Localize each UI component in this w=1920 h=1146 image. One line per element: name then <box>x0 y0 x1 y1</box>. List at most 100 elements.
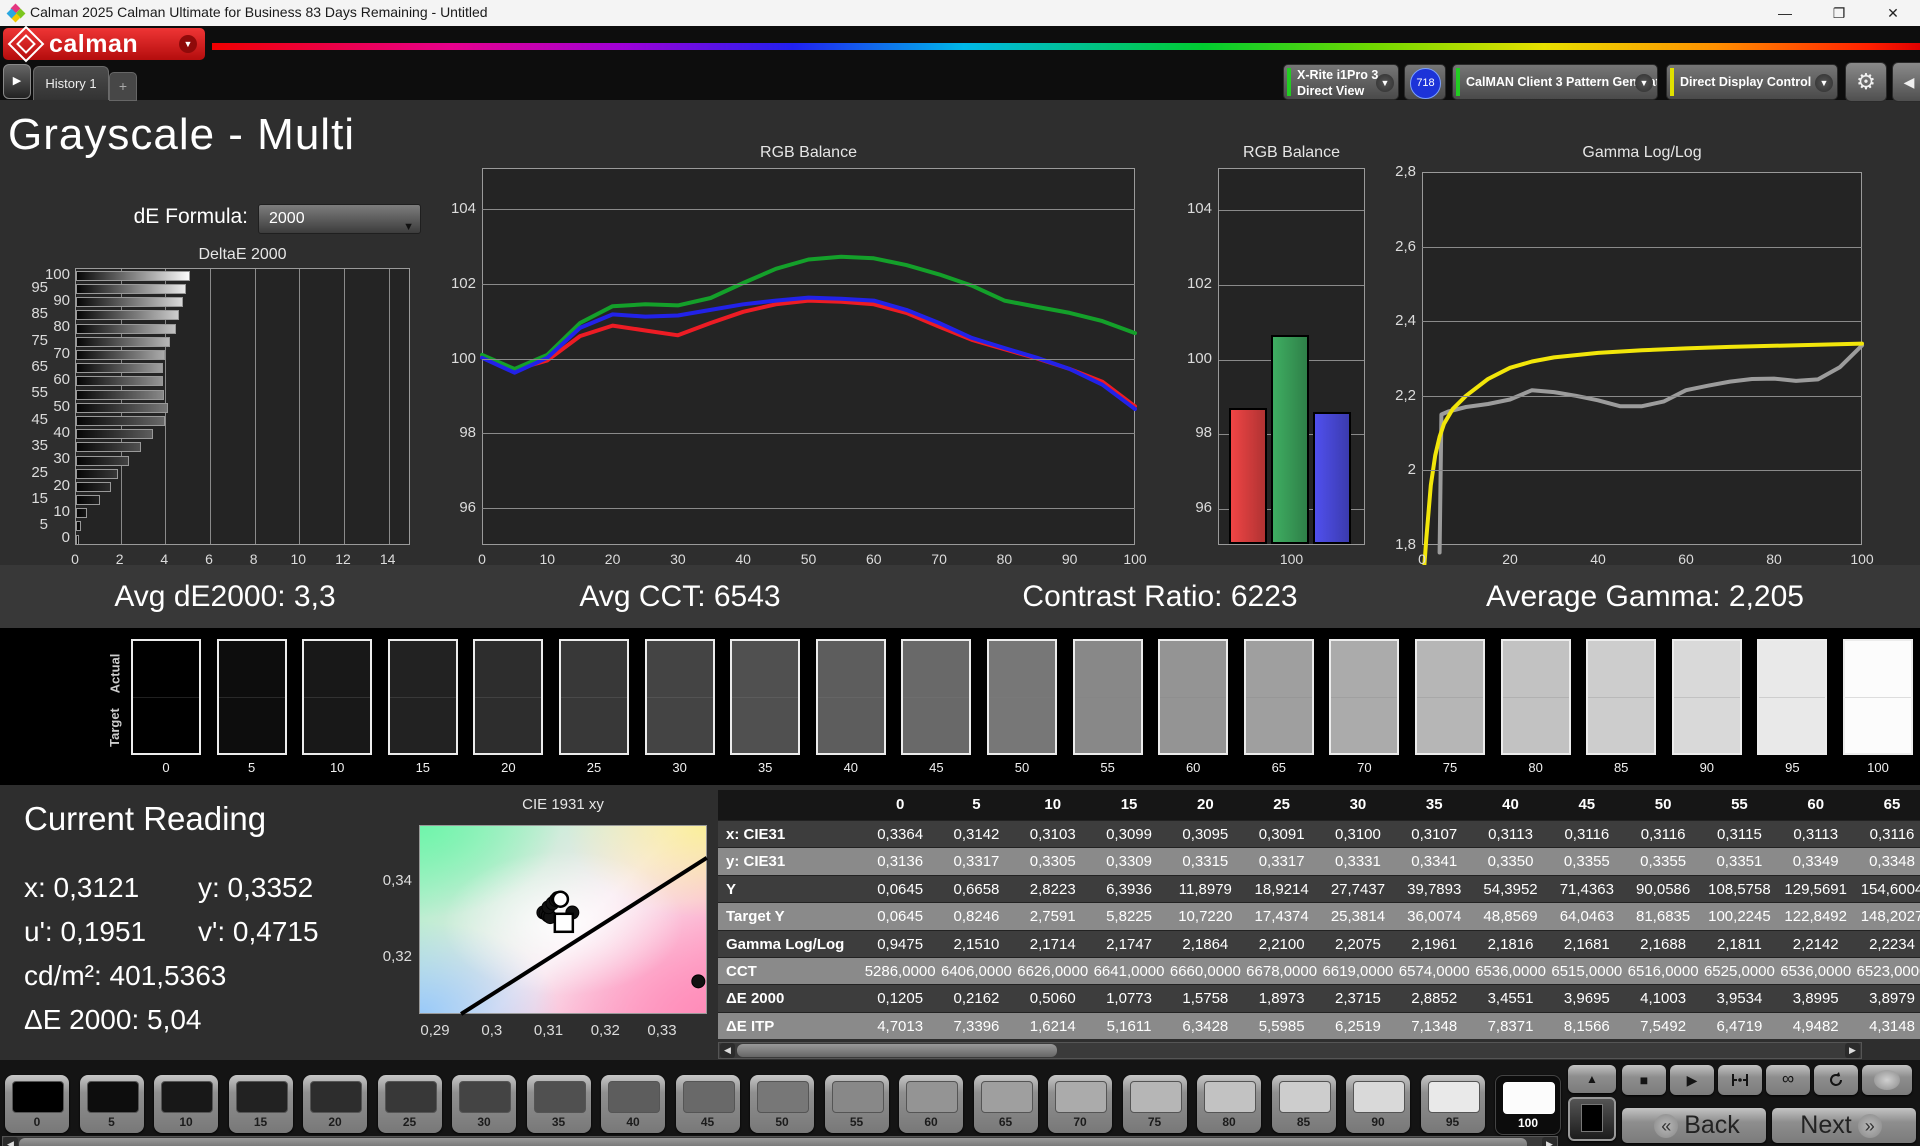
level-button-40[interactable]: 40 <box>601 1075 665 1133</box>
table-cell: 6515,0000 <box>1549 958 1625 984</box>
level-button-45[interactable]: 45 <box>676 1075 740 1133</box>
table-cell: 2,1510 <box>938 931 1014 957</box>
level-swatch <box>459 1081 511 1113</box>
meter-dropdown[interactable]: X-Rite i1Pro 3 Direct View ▼ <box>1283 64 1399 100</box>
table-cell: 2,1816 <box>1472 931 1548 957</box>
display-control-dropdown[interactable]: Direct Display Control ▼ <box>1666 64 1838 100</box>
pattern-window-button[interactable] <box>1568 1097 1616 1141</box>
back-button[interactable]: «Back <box>1622 1108 1766 1143</box>
swatch-75 <box>1415 639 1485 755</box>
avg-de-stat: Avg dE2000: 3,3 <box>40 565 410 628</box>
meter-badge[interactable]: 718 <box>1404 64 1446 100</box>
level-button-25[interactable]: 25 <box>378 1075 442 1133</box>
step-measure-button[interactable] <box>1718 1065 1762 1095</box>
level-swatch <box>906 1081 958 1113</box>
level-button-90[interactable]: 90 <box>1346 1075 1410 1133</box>
table-cell: 0,3355 <box>1625 848 1701 874</box>
table-scrollbar-thumb[interactable] <box>737 1044 1057 1057</box>
table-cell: 25,3814 <box>1320 903 1396 929</box>
tab-history-1[interactable]: History 1 <box>33 66 109 100</box>
level-scrollbar-thumb[interactable] <box>19 1138 1527 1146</box>
refresh-button[interactable] <box>1814 1065 1858 1095</box>
level-button-15[interactable]: 15 <box>229 1075 293 1133</box>
deltae-bar <box>76 535 79 545</box>
table-cell: 1,6214 <box>1015 1013 1091 1039</box>
scroll-right-icon[interactable]: ▶ <box>1845 1043 1860 1058</box>
level-button-35[interactable]: 35 <box>527 1075 591 1133</box>
layout-nav-button[interactable]: ▶ <box>3 64 31 99</box>
scroll-right-icon[interactable]: ▶ <box>1542 1137 1557 1146</box>
level-label: 25 <box>378 1115 442 1129</box>
stop-button[interactable]: ■ <box>1622 1065 1666 1095</box>
level-button-60[interactable]: 60 <box>899 1075 963 1133</box>
level-button-85[interactable]: 85 <box>1272 1075 1336 1133</box>
level-button-0[interactable]: 0 <box>5 1075 69 1133</box>
scroll-left-icon[interactable]: ◀ <box>3 1137 18 1146</box>
level-button-50[interactable]: 50 <box>750 1075 814 1133</box>
level-button-80[interactable]: 80 <box>1197 1075 1261 1133</box>
table-cell: 7,8371 <box>1472 1013 1548 1039</box>
rgb-bar-ytick: 100 <box>1174 350 1212 367</box>
deltae-bar <box>76 324 176 334</box>
swatch-5 <box>217 639 287 755</box>
level-button-65[interactable]: 65 <box>974 1075 1038 1133</box>
level-button-30[interactable]: 30 <box>452 1075 516 1133</box>
table-scrollbar[interactable]: ◀ ▶ <box>718 1042 1862 1059</box>
level-button-100[interactable]: 100 <box>1495 1075 1561 1135</box>
level-swatch <box>310 1081 362 1113</box>
continuous-button[interactable]: ∞ <box>1766 1065 1810 1095</box>
cie-measured-point <box>692 975 705 988</box>
table-cell: 0,3095 <box>1167 821 1243 847</box>
table-cell: 0,3349 <box>1778 848 1854 874</box>
gamma-ytick: 2,2 <box>1378 387 1416 404</box>
play-button[interactable]: ▶ <box>1670 1065 1714 1095</box>
table-column-header: 15 <box>1091 790 1167 820</box>
level-button-20[interactable]: 20 <box>303 1075 367 1133</box>
rgb-gridline <box>482 284 1135 285</box>
add-tab-button[interactable]: + <box>109 72 137 101</box>
level-button-5[interactable]: 5 <box>80 1075 144 1133</box>
pattern-up-button[interactable]: ▲ <box>1568 1065 1616 1093</box>
next-button[interactable]: Next» <box>1772 1108 1916 1143</box>
table-cell: 6516,0000 <box>1625 958 1701 984</box>
swatch-label: 25 <box>559 760 629 775</box>
close-button[interactable]: ✕ <box>1876 0 1910 26</box>
level-button-10[interactable]: 10 <box>154 1075 218 1133</box>
swatch-55 <box>1073 639 1143 755</box>
swatch-actual <box>390 641 456 697</box>
meter-name: X-Rite i1Pro 3 <box>1297 67 1372 83</box>
table-cell: 7,3396 <box>938 1013 1014 1039</box>
table-cell: 0,6658 <box>938 876 1014 902</box>
de-formula-select[interactable]: 2000 ▼ <box>258 204 421 234</box>
extra-control-button[interactable] <box>1862 1065 1912 1095</box>
minimize-button[interactable]: — <box>1768 0 1802 26</box>
table-cell: 2,2075 <box>1320 931 1396 957</box>
swatch-target <box>1503 697 1569 753</box>
level-label: 30 <box>452 1115 516 1129</box>
infinity-icon: ∞ <box>1782 1069 1794 1088</box>
table-cell: 0,0645 <box>862 903 938 929</box>
cie-xtick: 0,29 <box>410 1022 460 1039</box>
level-button-95[interactable]: 95 <box>1421 1075 1485 1133</box>
level-swatch <box>1503 1082 1555 1114</box>
level-swatch <box>981 1081 1033 1113</box>
gamma-target-line <box>1424 344 1862 568</box>
collapse-panel-button[interactable]: ◀ <box>1892 62 1920 102</box>
swatch-actual <box>732 641 798 697</box>
level-button-55[interactable]: 55 <box>825 1075 889 1133</box>
swatch-actual <box>475 641 541 697</box>
swatch-label: 10 <box>302 760 372 775</box>
calman-menu-button[interactable]: calman ▼ <box>3 28 205 60</box>
pattern-generator-dropdown[interactable]: CalMAN Client 3 Pattern Generator ▼ <box>1452 64 1658 100</box>
settings-button[interactable]: ⚙ <box>1845 62 1887 102</box>
table-cell: 100,2245 <box>1701 903 1777 929</box>
scroll-left-icon[interactable]: ◀ <box>720 1043 735 1058</box>
level-button-70[interactable]: 70 <box>1048 1075 1112 1133</box>
level-scrollbar[interactable]: ◀ ▶ <box>2 1136 1558 1146</box>
table-cell: 0,9475 <box>862 931 938 957</box>
level-button-75[interactable]: 75 <box>1123 1075 1187 1133</box>
table-cell: 2,7591 <box>1015 903 1091 929</box>
table-row-label: Target Y <box>718 903 862 929</box>
deltae-bar <box>76 337 170 347</box>
restore-button[interactable]: ❐ <box>1822 0 1856 26</box>
